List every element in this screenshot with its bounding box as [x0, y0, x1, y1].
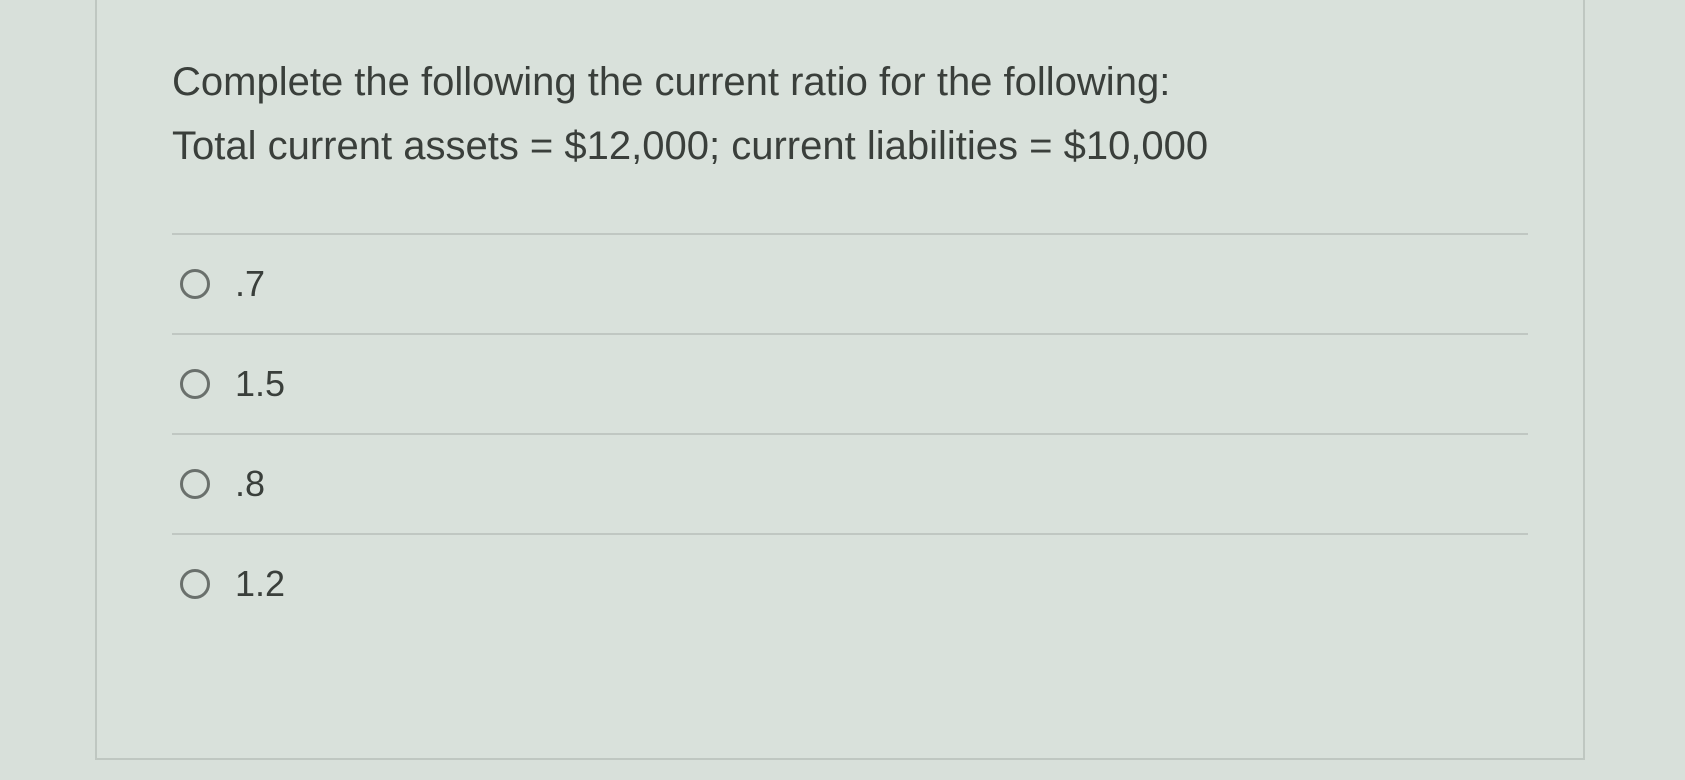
- option-row-2[interactable]: .8: [172, 433, 1528, 533]
- option-label: .8: [235, 463, 265, 505]
- radio-icon: [180, 569, 210, 599]
- option-label: 1.2: [235, 563, 285, 605]
- option-row-0[interactable]: .7: [172, 233, 1528, 333]
- radio-icon: [180, 469, 210, 499]
- question-card: Complete the following the current ratio…: [95, 0, 1585, 760]
- option-row-3[interactable]: 1.2: [172, 533, 1528, 633]
- option-label: 1.5: [235, 363, 285, 405]
- radio-icon: [180, 269, 210, 299]
- question-line-1: Complete the following the current ratio…: [172, 60, 1170, 104]
- option-label: .7: [235, 263, 265, 305]
- options-list: .7 1.5 .8 1.2: [172, 233, 1528, 633]
- option-row-1[interactable]: 1.5: [172, 333, 1528, 433]
- question-prompt: Complete the following the current ratio…: [172, 50, 1528, 178]
- question-line-2: Total current assets = $12,000; current …: [172, 124, 1208, 168]
- radio-icon: [180, 369, 210, 399]
